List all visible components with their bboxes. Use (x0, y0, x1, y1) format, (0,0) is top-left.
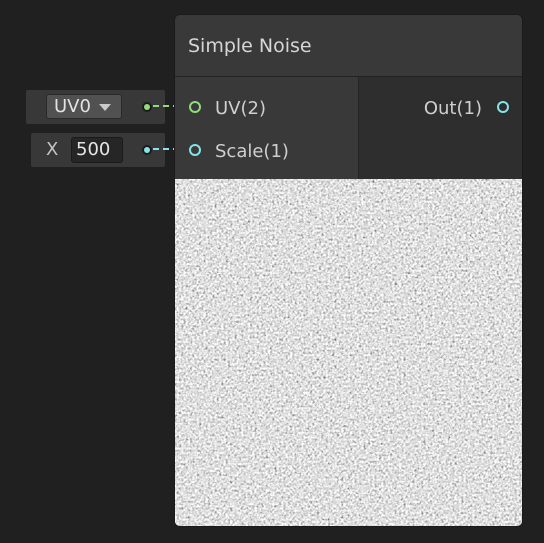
node-title-bar[interactable]: Simple Noise (175, 15, 522, 77)
port-dot-icon (144, 104, 150, 110)
scale-input-port[interactable] (189, 144, 201, 156)
uv-inline-output-port[interactable] (142, 102, 152, 112)
node-inputs-panel: UV(2) Scale(1) (175, 77, 359, 179)
out-output-label: Out(1) (423, 98, 482, 119)
uv-channel-dropdown[interactable]: UV0 (46, 94, 122, 119)
scale-input-label: Scale(1) (215, 141, 289, 162)
node-outputs-panel: Out(1) (359, 77, 522, 179)
noise-preview-image (175, 179, 522, 526)
uv-input-port[interactable] (189, 101, 201, 113)
shader-graph-canvas[interactable]: UV0 X 500 Simple Noise UV(2) Scale(1) Ou… (0, 0, 544, 543)
scale-inline-input: X 500 (31, 133, 165, 167)
noise-preview (175, 179, 522, 526)
scale-value-field[interactable]: 500 (71, 137, 123, 163)
scale-axis-label: X (46, 139, 59, 160)
port-dot-icon (144, 147, 150, 153)
out-output-port[interactable] (497, 101, 509, 113)
uv-inline-input: UV0 (26, 90, 165, 124)
uv-input-label: UV(2) (215, 98, 266, 119)
uv-channel-value: UV0 (54, 96, 91, 117)
scale-inline-output-port[interactable] (142, 145, 152, 155)
node-title: Simple Noise (188, 35, 312, 57)
simple-noise-node[interactable]: Simple Noise UV(2) Scale(1) Out(1) (174, 14, 523, 527)
chevron-down-icon (99, 104, 111, 111)
